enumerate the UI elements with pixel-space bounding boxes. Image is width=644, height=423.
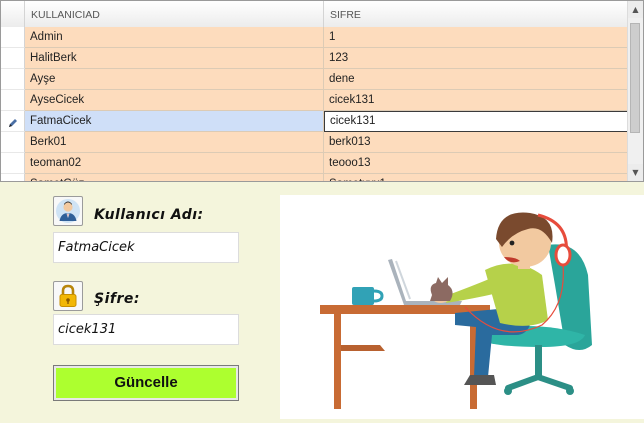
table-row[interactable]: Admin 1 xyxy=(1,27,629,48)
cell-sifre[interactable]: dene xyxy=(324,69,629,90)
grid-rows: Admin 1 HalitBerk 123 Ayşe dene AyseCicek cicek… xyxy=(1,27,629,181)
username-label: Kullanıcı Adı: xyxy=(94,207,204,223)
table-row[interactable]: AyseCicek cicek131 xyxy=(1,90,629,111)
lock-icon xyxy=(53,281,83,311)
cell-kullaniciad[interactable]: HalitBerk xyxy=(25,48,324,69)
table-row[interactable]: HalitBerk 123 xyxy=(1,48,629,69)
cell-sifre[interactable]: cicek131 xyxy=(324,111,629,132)
cell-kullaniciad[interactable]: Berk01 xyxy=(25,132,324,153)
row-header[interactable] xyxy=(1,90,25,111)
row-header[interactable] xyxy=(1,48,25,69)
vertical-scrollbar[interactable]: ▲ ▼ xyxy=(627,1,643,181)
table-row[interactable]: teoman02 teooo13 xyxy=(1,153,629,174)
column-header-kullaniciad[interactable]: KULLANICIAD xyxy=(25,1,324,27)
scroll-down-button[interactable]: ▼ xyxy=(628,164,643,181)
grid-header: KULLANICIAD SIFRE xyxy=(1,1,629,28)
cell-sifre[interactable]: 1 xyxy=(324,27,629,48)
cell-sifre[interactable]: teooo13 xyxy=(324,153,629,174)
scroll-thumb[interactable] xyxy=(630,23,640,133)
update-button[interactable]: Güncelle xyxy=(53,365,239,401)
cell-kullaniciad[interactable]: teoman02 xyxy=(25,153,324,174)
row-header[interactable] xyxy=(1,69,25,90)
cell-kullaniciad[interactable]: FatmaCicek xyxy=(25,111,324,132)
users-data-grid[interactable]: KULLANICIAD SIFRE Admin 1 HalitBerk 123 Ayşe… xyxy=(0,0,644,182)
person-graphic xyxy=(434,212,572,385)
table-row[interactable]: Ayşe dene xyxy=(1,69,629,90)
pencil-icon xyxy=(8,118,17,127)
developer-illustration xyxy=(280,195,644,419)
row-header[interactable] xyxy=(1,111,25,132)
table-row[interactable]: Berk01 berk013 xyxy=(1,132,629,153)
cell-sifre[interactable]: 123 xyxy=(324,48,629,69)
cell-kullaniciad[interactable]: Ayşe xyxy=(25,69,324,90)
cat-graphic xyxy=(430,277,453,301)
column-header-sifre[interactable]: SIFRE xyxy=(324,1,629,27)
mug-graphic xyxy=(352,287,384,305)
table-row[interactable]: FatmaCicek cicek131 xyxy=(1,111,629,132)
row-header[interactable] xyxy=(1,132,25,153)
cell-kullaniciad[interactable]: SametGüz... xyxy=(25,174,324,181)
row-header-corner xyxy=(1,1,25,27)
password-input[interactable] xyxy=(53,314,239,345)
cell-sifre[interactable]: berk013 xyxy=(324,132,629,153)
cell-kullaniciad[interactable]: Admin xyxy=(25,27,324,48)
username-input[interactable] xyxy=(53,232,239,263)
password-label: Şifre: xyxy=(94,291,140,307)
cell-kullaniciad[interactable]: AyseCicek xyxy=(25,90,324,111)
user-icon xyxy=(53,196,83,226)
table-row[interactable]: SametGüz...Sametxxx1 xyxy=(1,174,629,181)
scroll-up-button[interactable]: ▲ xyxy=(628,1,643,18)
row-header[interactable] xyxy=(1,153,25,174)
row-header[interactable] xyxy=(1,174,25,181)
cell-sifre[interactable]: cicek131 xyxy=(324,90,629,111)
cell-sifre[interactable]: Sametxxx1 xyxy=(324,174,629,181)
row-header[interactable] xyxy=(1,27,25,48)
